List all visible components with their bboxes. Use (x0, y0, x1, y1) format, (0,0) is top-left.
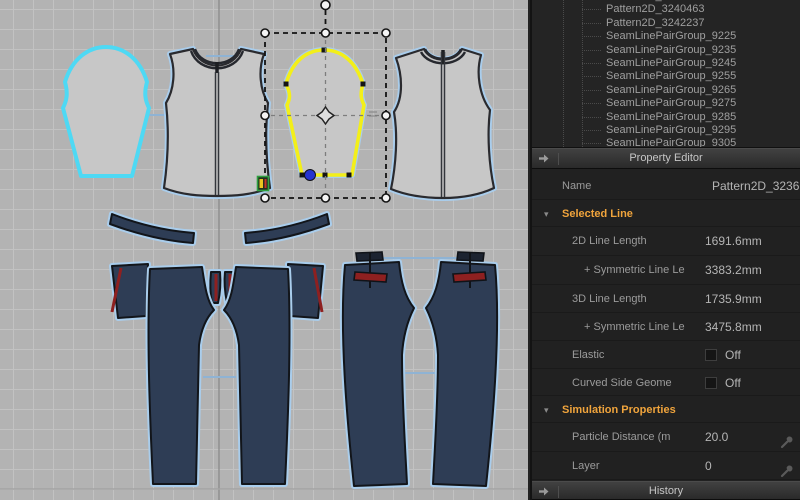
pocket-welt (353, 271, 388, 283)
section-title: Selected Line (562, 208, 633, 220)
property-row-particle-distance: Particle Distance (m 20.0 (532, 423, 800, 452)
tree-item[interactable]: SeamLinePairGroup_9235 (532, 44, 800, 57)
pattern-piece-front-leg-left[interactable] (148, 267, 214, 484)
name-value-field[interactable]: Pattern2D_3236 (712, 172, 800, 200)
property-label: Layer (572, 460, 600, 472)
pattern-piece-waistband-left[interactable] (110, 214, 194, 243)
collapse-triangle-icon[interactable]: ▾ (544, 396, 549, 424)
property-editor-header[interactable]: Property Editor (532, 148, 800, 169)
tree-item[interactable]: Pattern2D_3240463 (532, 3, 800, 16)
pattern-piece-sleeve-left[interactable] (61, 45, 151, 178)
tree-item[interactable]: SeamLinePairGroup_9245 (532, 57, 800, 70)
pattern-piece-back-leg-left[interactable] (343, 251, 414, 486)
pattern-piece-pocket-right[interactable] (288, 264, 323, 318)
tree-item[interactable]: SeamLinePairGroup_9275 (532, 97, 800, 110)
history-title: History (648, 485, 684, 497)
property-label: + Symmetric Line Le (584, 321, 685, 333)
property-row-curved-side: Curved Side Geome Off (532, 369, 800, 396)
tree-item[interactable]: Pattern2D_3242237 (532, 17, 800, 30)
collapse-triangle-icon[interactable]: ▾ (544, 200, 549, 228)
history-header[interactable]: History (532, 481, 800, 500)
rotate-handle[interactable] (320, 0, 331, 11)
pattern-piece-pocket-left[interactable] (112, 264, 148, 318)
property-editor-title: Property Editor (629, 152, 703, 164)
panel-expand-icon[interactable] (538, 152, 554, 170)
pattern-piece-waistband-right[interactable] (245, 214, 329, 243)
pattern-piece-back-leg-right[interactable] (426, 251, 497, 486)
pattern-2d-canvas[interactable] (0, 0, 528, 500)
curved-side-checkbox[interactable] (705, 377, 717, 389)
tree-item[interactable]: SeamLinePairGroup_9295 (532, 124, 800, 137)
pattern-piece-front-leg-right[interactable] (224, 267, 290, 484)
property-label: 3D Line Length (572, 293, 647, 305)
section-selected-line[interactable]: ▾ Selected Line (532, 200, 800, 227)
header-separator (558, 153, 559, 165)
property-value[interactable]: 3383.2mm (705, 256, 762, 284)
property-value[interactable]: 1735.9mm (705, 285, 762, 313)
section-title: Simulation Properties (562, 404, 676, 416)
section-simulation-properties[interactable]: ▾ Simulation Properties (532, 396, 800, 423)
pattern-piece-vest-back[interactable] (369, 49, 494, 198)
selected-point-dot[interactable] (304, 169, 316, 181)
pattern-annotation-badge[interactable] (256, 175, 270, 192)
panel-expand-icon[interactable] (538, 485, 554, 500)
tree-item[interactable]: SeamLinePairGroup_9305 (532, 137, 800, 147)
tree-item[interactable]: SeamLinePairGroup_9285 (532, 111, 800, 124)
property-row-symmetric-3d: + Symmetric Line Le 3475.8mm (532, 313, 800, 341)
property-label: Elastic (572, 349, 605, 361)
right-panel: Pattern2D_ Pattern2D_3240463 Pattern2D_3… (530, 0, 800, 500)
pattern-piece-vest-front[interactable] (164, 49, 270, 196)
pattern-canvas-svg (0, 0, 528, 500)
pattern-design-app: Pattern2D_ Pattern2D_3240463 Pattern2D_3… (0, 0, 800, 500)
property-row-symmetric-2d: + Symmetric Line Le 3383.2mm (532, 256, 800, 285)
pocket-welt (452, 271, 487, 283)
tree-item[interactable]: SeamLinePairGroup_9225 (532, 30, 800, 43)
tree-list: Pattern2D_ Pattern2D_3240463 Pattern2D_3… (532, 0, 800, 147)
tree-item[interactable]: SeamLinePairGroup_9265 (532, 84, 800, 97)
elastic-checkbox[interactable] (705, 349, 717, 361)
property-value[interactable]: 20.0 (705, 423, 728, 451)
property-row-elastic: Elastic Off (532, 341, 800, 369)
property-row-3d-line-length: 3D Line Length 1735.9mm (532, 285, 800, 313)
property-label: Particle Distance (m (572, 431, 671, 443)
property-row-2d-line-length: 2D Line Length 1691.6mm (532, 227, 800, 256)
property-row-name: Name Pattern2D_3236 (532, 172, 800, 200)
pattern-piece-fly-left[interactable] (210, 272, 220, 303)
property-value[interactable]: 1691.6mm (705, 227, 762, 255)
property-value[interactable]: 3475.8mm (705, 313, 762, 341)
toggle-state: Off (725, 376, 741, 390)
name-label: Name (562, 180, 592, 192)
property-value[interactable]: 0 (705, 452, 712, 480)
property-editor-body: Name Pattern2D_3236 ▾ Selected Line 2D L… (532, 170, 800, 481)
header-separator (558, 486, 559, 498)
property-label: + Symmetric Line Le (584, 264, 685, 276)
scene-tree[interactable]: Pattern2D_ Pattern2D_3240463 Pattern2D_3… (532, 0, 800, 148)
property-label: 2D Line Length (572, 235, 647, 247)
toggle-state: Off (725, 348, 741, 362)
property-label: Curved Side Geome (572, 377, 672, 389)
property-row-layer: Layer 0 (532, 452, 800, 480)
tree-item[interactable]: SeamLinePairGroup_9255 (532, 70, 800, 83)
